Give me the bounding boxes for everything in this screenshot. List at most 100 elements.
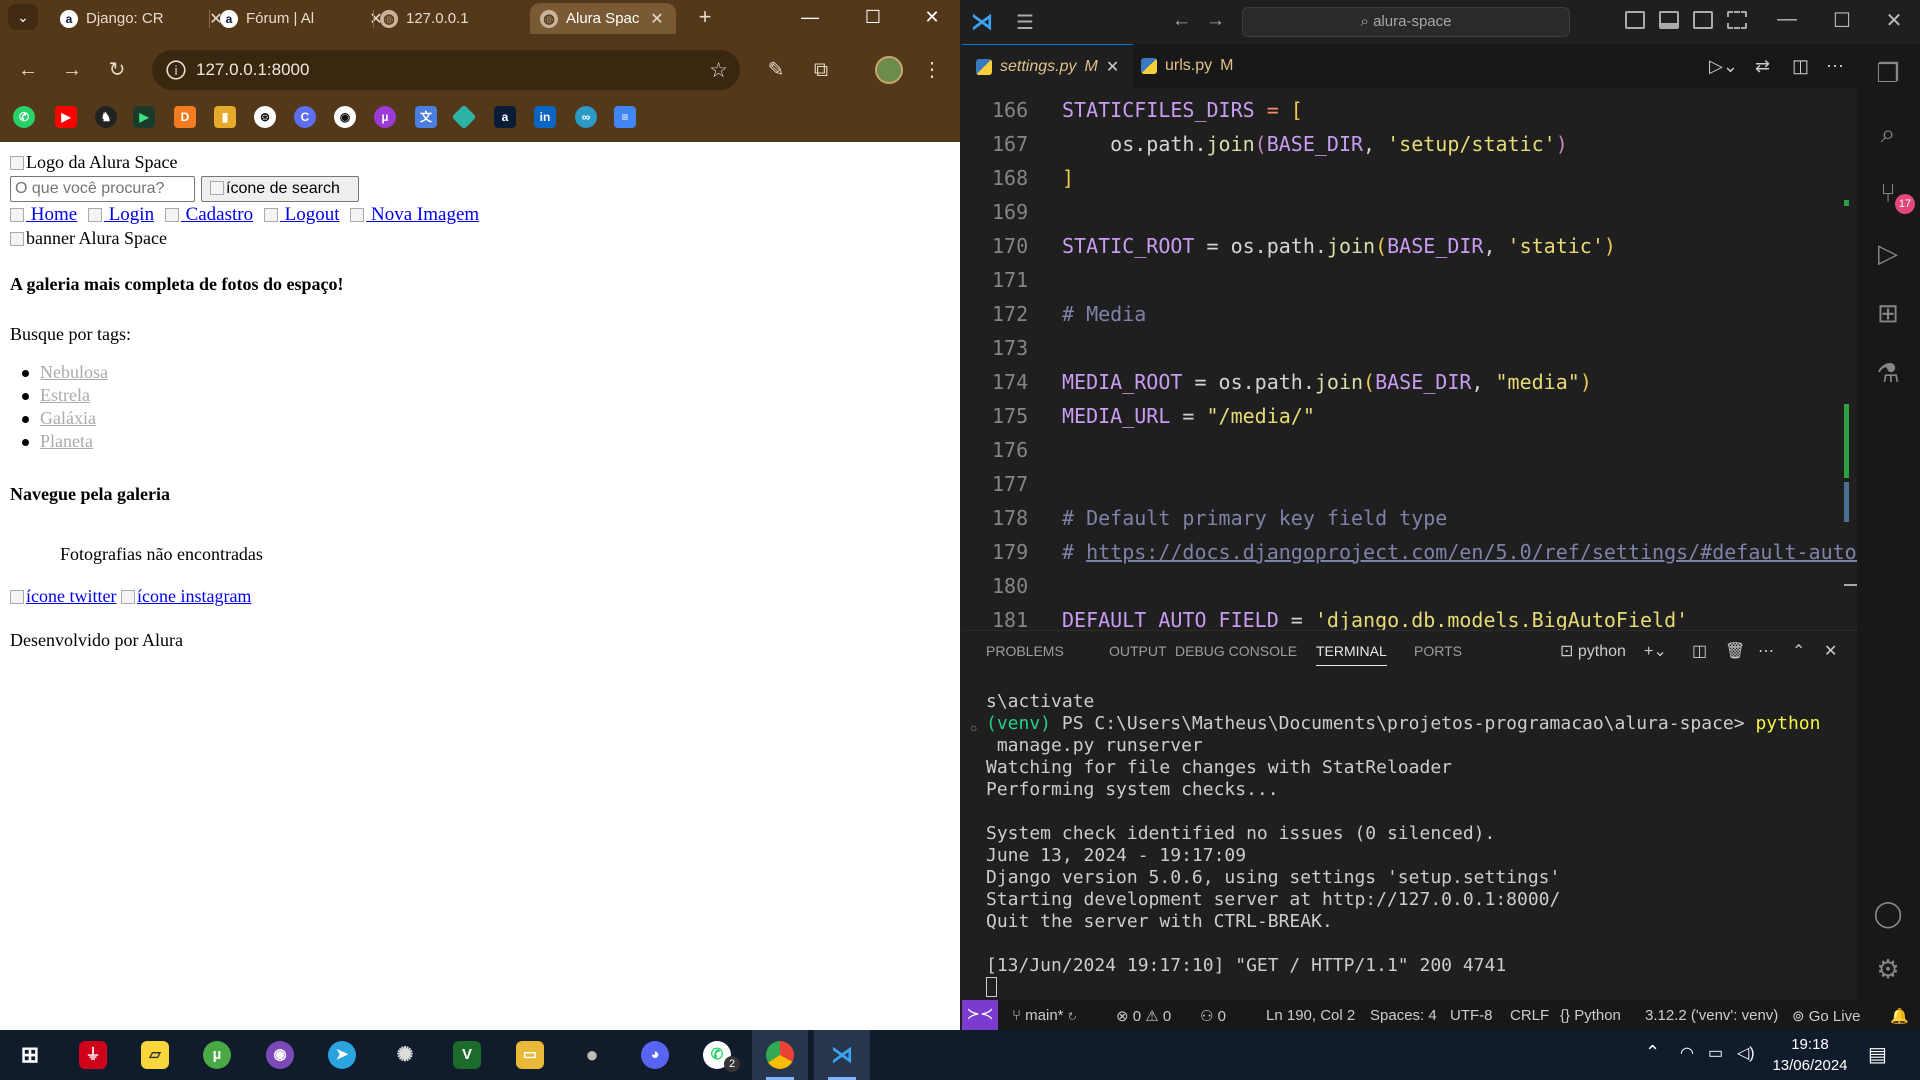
nav-login-link[interactable]: Login (87, 204, 154, 225)
accounts-icon[interactable]: ◯ (1873, 898, 1903, 928)
translate-icon[interactable]: 文 (415, 106, 437, 128)
youtube-icon[interactable]: ▶ (55, 106, 77, 128)
taskbar-chrome[interactable] (752, 1030, 808, 1080)
new-tab-icon[interactable]: + (693, 5, 717, 29)
volume-icon[interactable]: ◁) (1737, 1043, 1755, 1063)
split-terminal-icon[interactable]: ◫ (1692, 641, 1707, 661)
docs-link[interactable]: https://docs.djangoproject.com/en/5.0/re… (1086, 540, 1857, 564)
run-debug-icon[interactable]: ▷ (1873, 238, 1903, 268)
tab-output[interactable]: OUTPUT (1109, 643, 1167, 659)
wifi-icon[interactable]: ◠ (1680, 1043, 1694, 1063)
tag-link-galaxia[interactable]: Galáxia (40, 408, 96, 428)
taskbar-vim[interactable]: V (439, 1030, 495, 1080)
battery-icon[interactable]: ▭ (1708, 1043, 1723, 1063)
forward-icon[interactable]: → (1206, 10, 1225, 32)
end-of-line[interactable]: CRLF (1510, 1007, 1549, 1024)
minimize-icon[interactable]: — (1772, 8, 1802, 31)
linkedin-icon[interactable]: in (534, 106, 556, 128)
canva-icon[interactable]: C (294, 106, 316, 128)
encoding[interactable]: UTF-8 (1450, 1007, 1493, 1024)
taskbar-apple[interactable]: ● (564, 1030, 620, 1080)
remote-icon[interactable]: ≻≺ (962, 1000, 998, 1030)
taskbar-github-desktop[interactable]: ◉ (252, 1030, 308, 1080)
tag-link-estrela[interactable]: Estrela (40, 385, 90, 405)
more-menu-icon[interactable]: ⋮ (916, 54, 948, 86)
problems-status[interactable]: ⊗ 0 ⚠ 0 (1116, 1007, 1171, 1025)
chess-icon[interactable]: ♞ (95, 106, 117, 128)
site-info-icon[interactable]: i (166, 60, 186, 80)
split-editor-icon[interactable]: ◫ (1792, 56, 1809, 77)
bookmark-star-icon[interactable]: ☆ (709, 58, 728, 83)
instagram-link[interactable]: ícone instagram (120, 586, 251, 606)
tab-localhost[interactable]: ◍ 127.0.0.1 ✕ (370, 3, 555, 34)
go-live-button[interactable]: ⊚ Go Live (1792, 1007, 1860, 1025)
explorer-icon[interactable]: ❐ (1873, 58, 1903, 88)
branch-status[interactable]: ⑂ main* ↻ (1012, 1007, 1077, 1024)
tag-link-planeta[interactable]: Planeta (40, 431, 93, 451)
minimize-icon[interactable]: — (790, 5, 830, 29)
chatgpt-icon[interactable]: ⊛ (254, 106, 276, 128)
toggle-sidebar-icon[interactable] (1625, 11, 1645, 29)
tab-forum[interactable]: a Fórum | Al ✕ (210, 3, 395, 34)
tab-urls-py[interactable]: urls.py M (1127, 44, 1247, 88)
run-icon[interactable]: ▷⌄ (1709, 56, 1738, 77)
profile-avatar[interactable] (875, 56, 903, 84)
maximize-icon[interactable]: ☐ (853, 5, 893, 29)
new-terminal-icon[interactable]: +⌄ (1644, 641, 1667, 661)
tag-link-nebulosa[interactable]: Nebulosa (40, 362, 108, 382)
tab-django[interactable]: a Django: CR ✕ (50, 3, 235, 34)
language-mode[interactable]: {} Python (1560, 1007, 1621, 1024)
tray-chevron-icon[interactable]: ⌃ (1645, 1042, 1660, 1063)
url-text[interactable]: 127.0.0.1:8000 (196, 60, 309, 80)
start-button[interactable]: ⊞ (2, 1030, 58, 1080)
search-icon[interactable]: ⌕ (1873, 118, 1903, 148)
extensions-icon[interactable]: ⧉ (805, 54, 837, 86)
more-actions-icon[interactable]: ⋯ (1758, 641, 1774, 661)
nav-nova-imagem-link[interactable]: Nova Imagem (350, 204, 479, 225)
ports-status[interactable]: ⚇ 0 (1200, 1007, 1226, 1025)
close-tab-icon[interactable]: ✕ (648, 9, 666, 29)
nav-home-link[interactable]: Home (10, 204, 77, 225)
more-actions-icon[interactable]: ⋯ (1826, 56, 1844, 77)
taskbar-discord[interactable]: ◕ (627, 1030, 683, 1080)
feedly-icon[interactable] (451, 104, 477, 130)
back-icon[interactable]: ← (1172, 10, 1191, 32)
tab-ports[interactable]: PORTS (1414, 643, 1462, 659)
taskbar-sticky-notes[interactable]: ▱ (127, 1030, 183, 1080)
taskbar-whatsapp[interactable]: ✆ 2 (689, 1030, 745, 1080)
cursor-position[interactable]: Ln 190, Col 2 (1266, 1007, 1355, 1024)
compare-changes-icon[interactable]: ⇄ (1755, 56, 1770, 77)
notifications-bell-icon[interactable]: 🔔 (1890, 1007, 1909, 1025)
taskbar-file-explorer[interactable]: ▭ (502, 1030, 558, 1080)
eyedropper-icon[interactable]: ✎ (760, 54, 792, 86)
notification-center-icon[interactable]: ▤ (1868, 1042, 1887, 1067)
close-tab-icon[interactable]: ✕ (1106, 57, 1119, 77)
tab-terminal[interactable]: TERMINAL (1316, 643, 1387, 666)
toggle-secondary-sidebar-icon[interactable] (1693, 11, 1713, 29)
whatsapp-icon[interactable]: ✆ (13, 106, 35, 128)
tab-problems[interactable]: PROBLEMS (986, 643, 1064, 659)
github-icon[interactable]: ◉ (334, 106, 356, 128)
alura-icon[interactable]: a (494, 106, 516, 128)
kill-terminal-icon[interactable]: 🗑 (1725, 641, 1745, 661)
storybook-icon[interactable]: ▮ (214, 106, 236, 128)
taskbar-vscode[interactable]: ⋊ (814, 1030, 870, 1080)
dio-icon[interactable]: D (174, 106, 196, 128)
forward-icon[interactable]: → (56, 54, 88, 86)
tab-alura-space[interactable]: ◍ Alura Spac ✕ (530, 3, 676, 34)
close-panel-icon[interactable]: ✕ (1824, 641, 1837, 661)
tab-debug-console[interactable]: DEBUG CONSOLE (1175, 643, 1297, 659)
terminal-shell-selector[interactable]: ⊡ python (1560, 641, 1626, 661)
tab-settings-py[interactable]: settings.py M ✕ (962, 44, 1134, 88)
nav-logout-link[interactable]: Logout (263, 204, 340, 225)
nav-cadastro-link[interactable]: Cadastro (164, 204, 253, 225)
manage-gear-icon[interactable]: ⚙ (1873, 954, 1903, 984)
code-editor[interactable]: 166 167 168 169 170 171 172 173 174 175 … (962, 88, 1857, 630)
back-icon[interactable]: ← (12, 54, 44, 86)
indentation[interactable]: Spaces: 4 (1370, 1007, 1437, 1024)
customize-layout-icon[interactable] (1727, 11, 1747, 29)
close-window-icon[interactable]: ✕ (912, 5, 952, 29)
extensions-icon[interactable]: ⊞ (1873, 298, 1903, 328)
command-center[interactable]: ⌕ alura-space (1242, 7, 1570, 37)
close-window-icon[interactable]: ✕ (1879, 8, 1909, 33)
